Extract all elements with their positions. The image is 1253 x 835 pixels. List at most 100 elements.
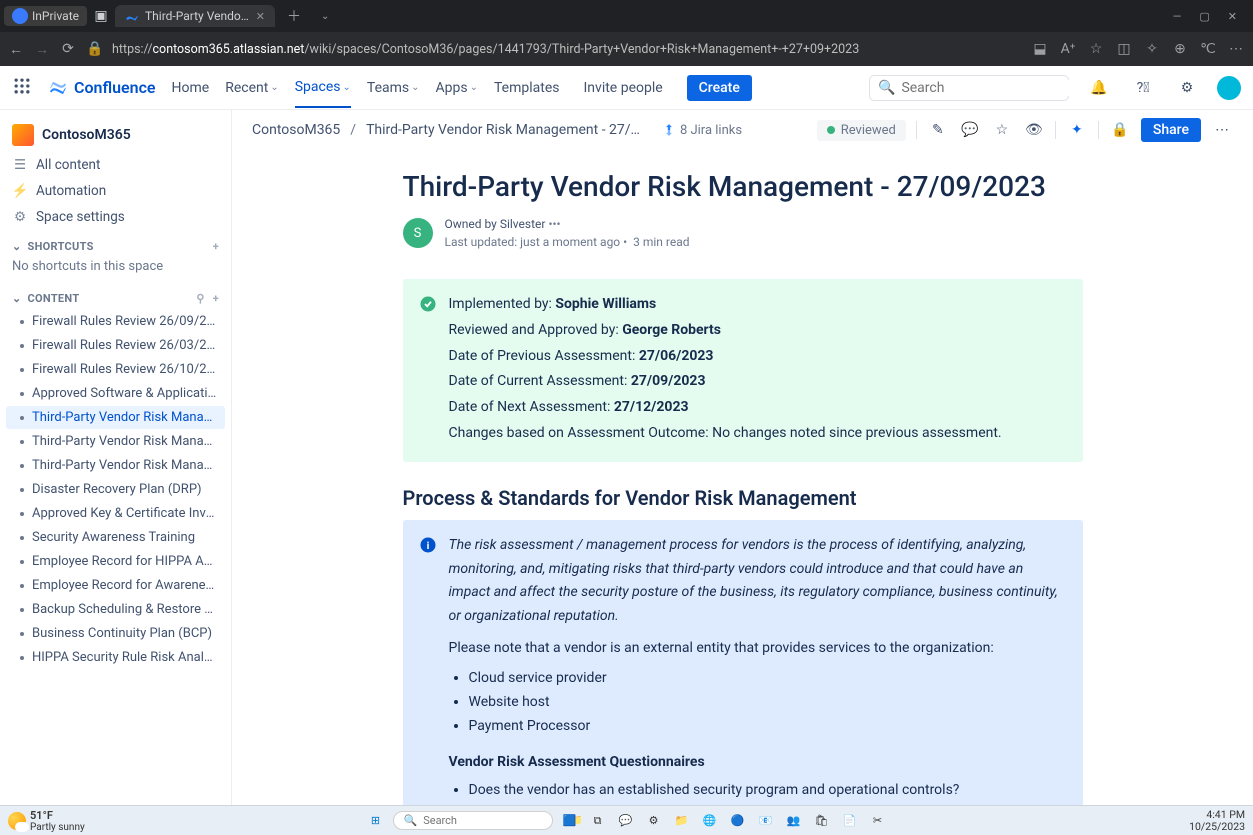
settings-icon[interactable]: ⚙	[1173, 74, 1201, 102]
watch-icon[interactable]: 👁	[1023, 119, 1045, 141]
favorite-icon[interactable]: ☆	[1087, 41, 1105, 57]
tree-item[interactable]: Security Awareness Training	[6, 526, 225, 549]
edge-icon[interactable]: 🌐	[699, 810, 721, 832]
profile-avatar-icon	[12, 8, 28, 24]
space-name: ContosoM365	[42, 127, 131, 143]
tree-item[interactable]: Approved Key & Certificate Inventory	[6, 502, 225, 525]
app-switcher-icon[interactable]	[12, 76, 32, 100]
more-icon[interactable]: ⋯	[1227, 41, 1245, 57]
tree-item[interactable]: Employee Record for HIPPA Annual Trainin…	[6, 550, 225, 573]
tree-item[interactable]: HIPPA Security Rule Risk Analysis	[6, 646, 225, 669]
chevron-down-icon[interactable]: ⌄	[12, 292, 22, 305]
invite-people-button[interactable]: Invite people	[576, 76, 671, 100]
taskbar-search-input[interactable]	[423, 814, 563, 827]
tree-item[interactable]: Firewall Rules Review 26/09/2023	[6, 310, 225, 333]
settings-app-icon[interactable]: ⚙	[643, 810, 665, 832]
author-avatar[interactable]: S	[403, 218, 433, 248]
explorer-icon[interactable]: 📁	[671, 810, 693, 832]
restrictions-icon[interactable]: 🔒	[1109, 119, 1131, 141]
owner-link[interactable]: Silvester	[500, 217, 546, 231]
search-input[interactable]	[901, 80, 1079, 96]
star-icon[interactable]: ☆	[991, 119, 1013, 141]
workspaces-icon[interactable]: ▣	[91, 8, 111, 24]
sidebar-automation[interactable]: ⚡Automation	[0, 178, 231, 204]
chrome-icon[interactable]: 🔵	[727, 810, 749, 832]
notifications-icon[interactable]: 🔔	[1085, 74, 1113, 102]
extensions-icon[interactable]: ℃	[1199, 41, 1217, 57]
nav-teams[interactable]: Teams⌄	[367, 80, 420, 96]
edit-icon[interactable]: ✎	[927, 119, 949, 141]
minimize-icon[interactable]: —	[1173, 10, 1182, 23]
confluence-logo[interactable]: Confluence	[48, 78, 156, 98]
breadcrumb-space[interactable]: ContosoM365	[252, 122, 340, 138]
nav-apps[interactable]: Apps⌄	[436, 80, 478, 96]
maximize-icon[interactable]: ▢	[1199, 10, 1209, 23]
store-icon[interactable]: 🛍	[811, 810, 833, 832]
bullet-icon	[20, 416, 24, 420]
favorites-bar-icon[interactable]: ✧	[1143, 41, 1161, 57]
copilot-icon[interactable]: 🟦	[559, 810, 581, 832]
tree-item[interactable]: Employee Record for Awareness Training	[6, 574, 225, 597]
ai-icon[interactable]: ✦	[1066, 119, 1088, 141]
comment-icon[interactable]: 💬	[959, 119, 981, 141]
snip-icon[interactable]: ✂	[867, 810, 889, 832]
refresh-icon[interactable]: ⟳	[60, 41, 76, 57]
divider	[1055, 121, 1056, 139]
share-button[interactable]: Share	[1141, 118, 1201, 142]
browser-tab[interactable]: Third-Party Vendor Risk Manage… ✕	[115, 5, 275, 27]
search-box[interactable]: 🔍	[869, 75, 1069, 101]
space-header[interactable]: ContosoM365	[0, 118, 231, 152]
sidebar-all-content[interactable]: ☰All content	[0, 152, 231, 178]
start-button[interactable]: ⊞	[365, 810, 387, 832]
new-tab-button[interactable]: ＋	[279, 2, 309, 30]
byline-more-icon[interactable]: •••	[548, 217, 560, 231]
tree-item[interactable]: Third-Party Vendor Risk Management - 27/…	[6, 406, 225, 429]
address-bar[interactable]: https://contosom365.atlassian.net/wiki/s…	[112, 42, 1021, 57]
add-shortcut-icon[interactable]: +	[213, 240, 219, 253]
chevron-down-icon[interactable]: ⌄	[12, 240, 22, 253]
weather-widget[interactable]: 51°F Partly sunny	[8, 809, 85, 833]
close-window-icon[interactable]: ✕	[1228, 10, 1237, 23]
task-view-icon[interactable]: ⧉	[587, 810, 609, 832]
split-screen-icon[interactable]: ◫	[1115, 41, 1133, 57]
tree-item[interactable]: Firewall Rules Review 26/03/2023	[6, 334, 225, 357]
chat-icon[interactable]: 💬	[615, 810, 637, 832]
tab-actions-icon[interactable]: ⌄	[313, 7, 337, 26]
nav-spaces[interactable]: Spaces⌄	[295, 79, 351, 108]
help-icon[interactable]: ?⃝	[1129, 74, 1157, 102]
outlook-icon[interactable]: 📧	[755, 810, 777, 832]
read-aloud-icon[interactable]: A⁺	[1059, 41, 1077, 57]
create-button[interactable]: Create	[687, 75, 752, 101]
site-info-icon[interactable]: 🔒	[86, 41, 102, 57]
breadcrumb-page[interactable]: Third-Party Vendor Risk Management - 27/…	[366, 122, 640, 138]
tree-item[interactable]: Backup Scheduling & Restore Procedure	[6, 598, 225, 621]
list-item: Does the vendor has an established secur…	[469, 779, 1067, 803]
word-icon[interactable]: 📄	[839, 810, 861, 832]
account-avatar[interactable]	[1217, 76, 1241, 100]
teams-icon[interactable]: 👥	[783, 810, 805, 832]
forward-icon[interactable]: →	[34, 41, 50, 58]
tree-item[interactable]: Third-Party Vendor Risk Management - 27/…	[6, 430, 225, 453]
sidebar-space-settings[interactable]: ⚙Space settings	[0, 204, 231, 230]
content-status[interactable]: Reviewed	[817, 120, 906, 141]
nav-templates[interactable]: Templates	[494, 80, 560, 96]
filter-icon[interactable]: ⚲	[196, 292, 204, 305]
jira-links[interactable]: 8 Jira links	[662, 123, 742, 138]
collections-icon[interactable]: ⊕	[1171, 41, 1189, 57]
system-tray[interactable]: 4:41 PM 10/25/2023	[1189, 809, 1245, 832]
tree-item[interactable]: Approved Software & Applications List	[6, 382, 225, 405]
tree-item[interactable]: Third-Party Vendor Risk Management - 27/…	[6, 454, 225, 477]
app-available-icon[interactable]: ⬓	[1031, 41, 1049, 57]
weather-cond: Partly sunny	[30, 822, 85, 833]
more-actions-icon[interactable]: ⋯	[1211, 119, 1233, 141]
tree-item[interactable]: Firewall Rules Review 26/10/2022	[6, 358, 225, 381]
nav-home[interactable]: Home	[172, 80, 210, 96]
add-page-icon[interactable]: +	[213, 292, 219, 305]
tree-item[interactable]: Disaster Recovery Plan (DRP)	[6, 478, 225, 501]
taskbar-search[interactable]: 🔍 📁	[393, 811, 553, 830]
tree-item-label: Firewall Rules Review 26/03/2023	[32, 338, 217, 353]
tree-item[interactable]: Business Continuity Plan (BCP)	[6, 622, 225, 645]
back-icon[interactable]: ←	[8, 41, 24, 58]
close-tab-icon[interactable]: ✕	[256, 10, 265, 23]
nav-recent[interactable]: Recent⌄	[225, 80, 279, 96]
